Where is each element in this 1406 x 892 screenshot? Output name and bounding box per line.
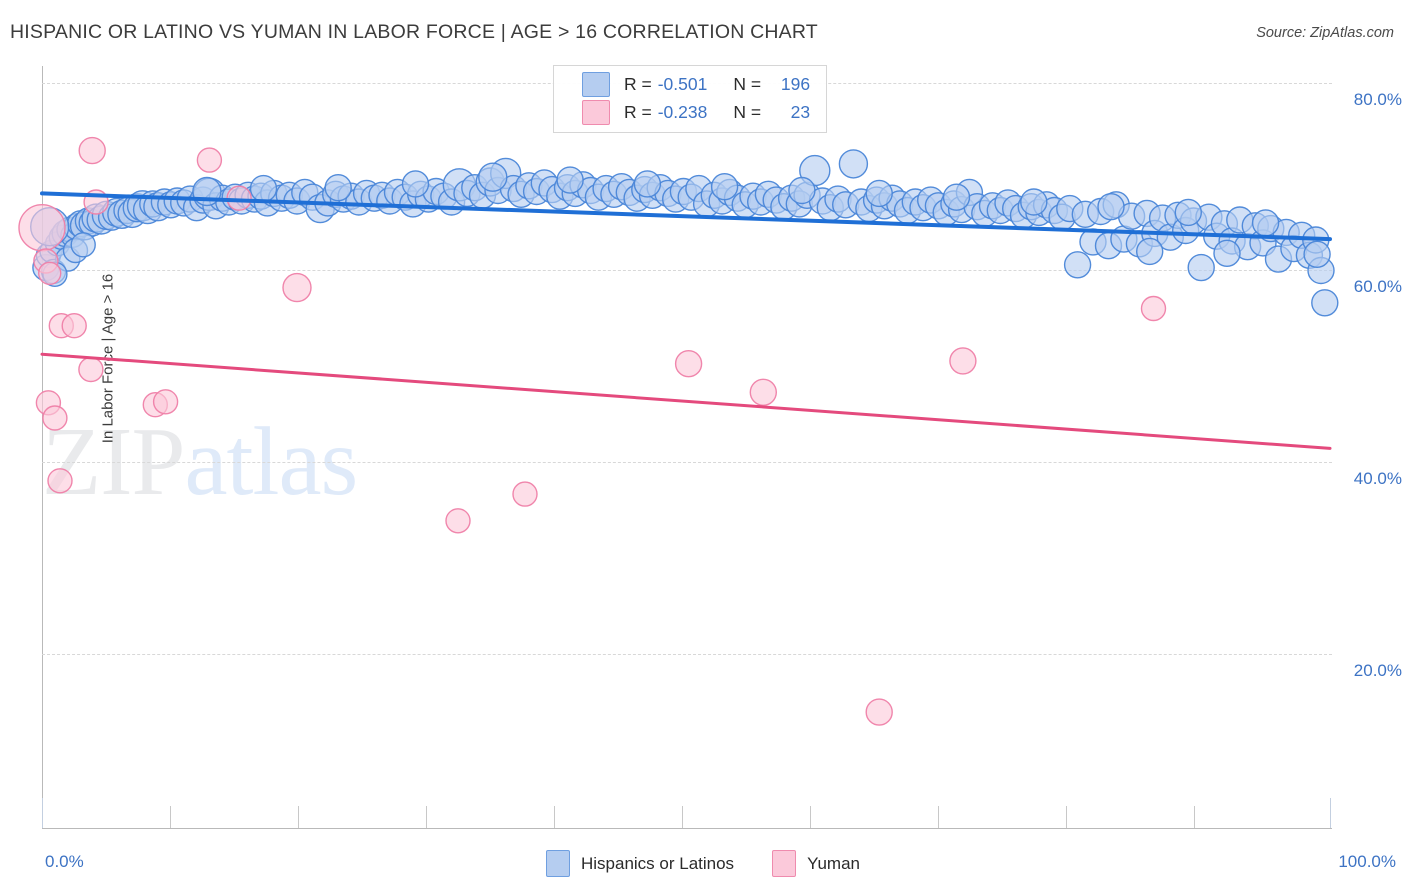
x-axis-tick-9 (1194, 806, 1195, 828)
y-axis-tick-label-2: 40.0% (1353, 469, 1402, 488)
legend-swatch-yuman (772, 850, 797, 877)
stats-swatch-hispanics (582, 71, 610, 97)
x-axis-tick-2 (298, 806, 299, 828)
x-axis-tick-10 (1330, 798, 1331, 828)
legend-item-yuman[interactable]: Yuman (772, 850, 860, 877)
legend-item-hispanics[interactable]: Hispanics or Latinos (545, 850, 735, 877)
legend-swatch-hispanics (545, 850, 570, 877)
gridline (42, 462, 1332, 463)
stats-row-hispanics: R = -0.501 N = 196 (554, 70, 826, 98)
y-axis-line (42, 66, 43, 828)
y-axis-tick-label-1: 60.0% (1353, 277, 1402, 296)
stats-n-label-2: N = (733, 101, 762, 122)
stats-n-label-1: N = (733, 73, 762, 94)
x-axis-tick-8 (1066, 806, 1067, 828)
x-axis-tick-4 (554, 806, 555, 828)
stats-r-value-2: -0.238 (657, 101, 708, 122)
x-axis-tick-0 (42, 798, 43, 828)
stats-r-label-2: R = (624, 101, 652, 122)
page-title: HISPANIC OR LATINO VS YUMAN IN LABOR FOR… (10, 21, 818, 43)
y-axis-title: In Labor Force | Age > 16 (99, 273, 117, 444)
gridline (42, 654, 1332, 655)
source-attribution: Source: ZipAtlas.com (1256, 25, 1394, 41)
x-axis-tick-3 (426, 806, 427, 828)
stats-swatch-yuman (582, 99, 610, 125)
y-axis-tick-label-0: 80.0% (1353, 90, 1402, 109)
x-axis-tick-1 (170, 806, 171, 828)
stats-n-value-1: 196 (780, 73, 811, 94)
x-axis-tick-7 (938, 806, 939, 828)
plot-area: ZIPatlas (42, 66, 1330, 826)
legend-label-hispanics: Hispanics or Latinos (580, 853, 735, 873)
x-axis-tick-6 (810, 806, 811, 828)
gridline (42, 270, 1332, 271)
series-legend: Hispanics or Latinos Yuman (0, 850, 1406, 877)
x-axis-line (42, 828, 1332, 829)
y-axis-tick-label-3: 20.0% (1353, 661, 1402, 680)
correlation-chart: HISPANIC OR LATINO VS YUMAN IN LABOR FOR… (0, 0, 1406, 892)
stats-n-value-2: 23 (790, 101, 811, 122)
stats-r-value-1: -0.501 (657, 73, 708, 94)
legend-label-yuman: Yuman (807, 853, 860, 873)
stats-r-label-1: R = (624, 73, 652, 94)
stats-row-yuman: R = -0.238 N = 23 (554, 98, 826, 126)
statistics-legend: R = -0.501 N = 196 R = -0.238 N = 23 (553, 65, 827, 133)
x-axis-tick-5 (682, 806, 683, 828)
